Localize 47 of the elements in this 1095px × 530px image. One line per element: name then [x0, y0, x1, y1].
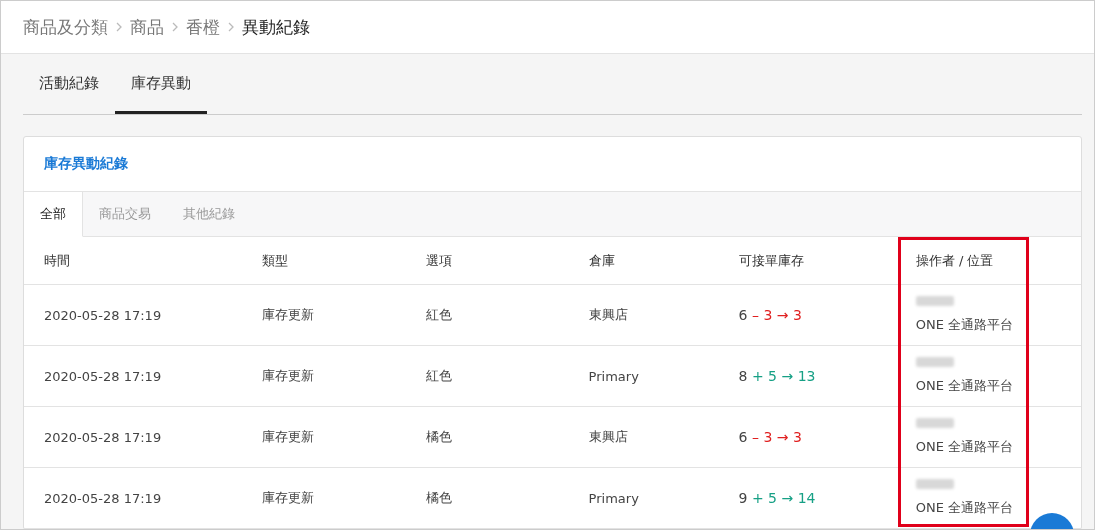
chevron-icon [115, 21, 123, 33]
table-cell: Primary [588, 368, 639, 384]
stock-change: 9 + 5 → 14 [738, 490, 816, 506]
chevron-icon [227, 21, 235, 33]
column-header: 操作者 / 位置 [915, 252, 994, 268]
table-cell: 東興店 [588, 307, 628, 322]
column-header: 時間 [44, 252, 70, 268]
table-cell: 庫存更新 [262, 368, 315, 383]
card-title: 庫存異動紀錄 [44, 155, 128, 173]
table-cell: Primary [588, 490, 639, 506]
table-cell: 2020-05-28 17:19 [44, 307, 162, 323]
table-cell: 庫存更新 [262, 429, 315, 444]
breadcrumb-item: 異動紀錄 [242, 15, 310, 39]
tab[interactable]: 庫存異動 [115, 54, 207, 114]
tab[interactable]: 活動紀錄 [23, 54, 115, 114]
subtab[interactable]: 其他紀錄 [167, 192, 251, 237]
redacted-placeholder [915, 296, 954, 306]
column-header: 選項 [425, 252, 452, 268]
column-header: 倉庫 [588, 252, 615, 268]
column-header: 類型 [262, 252, 289, 268]
column-header: 可接單庫存 [738, 252, 804, 268]
redacted-placeholder [915, 418, 954, 428]
stock-change: 8 + 5 → 13 [738, 368, 816, 384]
table-cell-text: ONE 全通路平台 [915, 438, 1015, 456]
table-cell-text: ONE 全通路平台 [915, 377, 1015, 395]
table-cell: 庫存更新 [262, 307, 315, 322]
breadcrumb-item[interactable]: 商品 [130, 15, 164, 39]
subtab[interactable]: 商品交易 [83, 192, 167, 237]
table-cell: 2020-05-28 17:19 [44, 429, 162, 445]
table-cell: 2020-05-28 17:19 [44, 368, 162, 384]
chevron-icon [171, 21, 179, 33]
stock-change: 6 – 3 → 3 [738, 307, 802, 323]
table-cell: 紅色 [425, 368, 452, 383]
redacted-placeholder [915, 479, 954, 489]
table-cell-text: ONE 全通路平台 [915, 499, 1015, 517]
subtab[interactable]: 全部 [24, 192, 83, 237]
table-cell: 東興店 [588, 429, 628, 444]
table-cell-text: ONE 全通路平台 [915, 316, 1015, 334]
table-cell: 橘色 [425, 429, 452, 444]
table-cell: 2020-05-28 17:19 [44, 490, 162, 506]
table-cell: 橘色 [425, 490, 452, 505]
breadcrumb-item[interactable]: 香橙 [186, 15, 220, 39]
redacted-placeholder [915, 357, 954, 367]
table-cell: 庫存更新 [262, 490, 315, 505]
stock-change: 6 – 3 → 3 [738, 429, 802, 445]
breadcrumb-item[interactable]: 商品及分類 [23, 15, 108, 39]
table-cell: 紅色 [425, 307, 452, 322]
